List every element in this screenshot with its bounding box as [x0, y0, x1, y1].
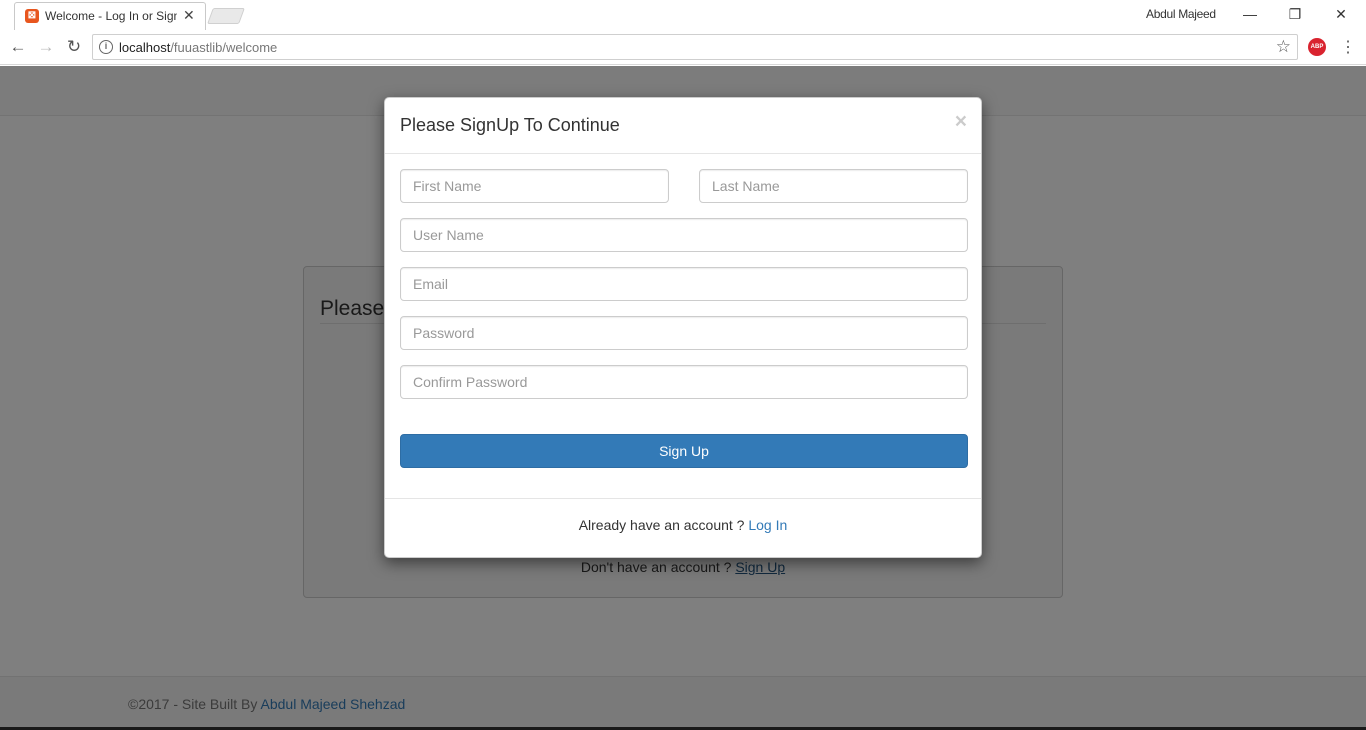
email-input[interactable] — [400, 267, 968, 301]
last-name-input[interactable] — [699, 169, 968, 203]
address-bar[interactable]: i localhost/fuuastlib/welcome ☆ — [92, 34, 1298, 60]
reload-icon[interactable]: ↻ — [64, 37, 84, 57]
forward-icon[interactable]: → — [36, 37, 56, 57]
back-icon[interactable]: ← — [8, 37, 28, 57]
bookmark-star-icon[interactable]: ☆ — [1276, 37, 1291, 57]
modal-title: Please SignUp To Continue — [400, 115, 620, 135]
signup-modal: Please SignUp To Continue × Sign Up Alre… — [384, 97, 982, 558]
modal-footer: Already have an account ? Log In — [385, 498, 981, 558]
restore-icon[interactable]: ❐ — [1285, 4, 1305, 24]
xampp-favicon-icon: ⊠ — [25, 9, 39, 23]
browser-tabstrip: ⊠ Welcome - Log In or Sign Up ✕ Abdul Ma… — [0, 0, 1366, 30]
adblock-plus-icon[interactable]: ABP — [1308, 38, 1326, 56]
tab-title: Welcome - Log In or Sign Up — [45, 9, 177, 23]
browser-menu-icon[interactable]: ⋮ — [1340, 37, 1356, 57]
browser-toolbar: ← → ↻ i localhost/fuuastlib/welcome ☆ AB… — [0, 30, 1366, 65]
password-input[interactable] — [400, 316, 968, 350]
url-text[interactable]: localhost/fuuastlib/welcome — [119, 40, 277, 55]
close-icon[interactable]: × — [955, 110, 967, 134]
profile-name[interactable]: Abdul Majeed — [1146, 7, 1216, 21]
sign-up-button[interactable]: Sign Up — [400, 434, 968, 468]
user-name-input[interactable] — [400, 218, 968, 252]
new-tab-button[interactable] — [207, 8, 245, 24]
login-prompt-text: Already have an account ? — [578, 517, 745, 533]
login-link[interactable]: Log In — [748, 517, 787, 533]
first-name-input[interactable] — [400, 169, 669, 203]
confirm-password-input[interactable] — [400, 365, 968, 399]
url-path: /fuuastlib/welcome — [170, 40, 278, 55]
minimize-icon[interactable]: — — [1240, 4, 1260, 24]
login-prompt: Already have an account ? Log In — [385, 517, 981, 533]
modal-header: Please SignUp To Continue × — [385, 98, 981, 154]
tab-close-icon[interactable]: ✕ — [183, 7, 195, 24]
url-host: localhost — [119, 40, 171, 55]
browser-tab-active[interactable]: ⊠ Welcome - Log In or Sign Up ✕ — [14, 2, 206, 30]
window-close-icon[interactable]: ✕ — [1331, 4, 1351, 24]
info-icon[interactable]: i — [99, 40, 113, 54]
